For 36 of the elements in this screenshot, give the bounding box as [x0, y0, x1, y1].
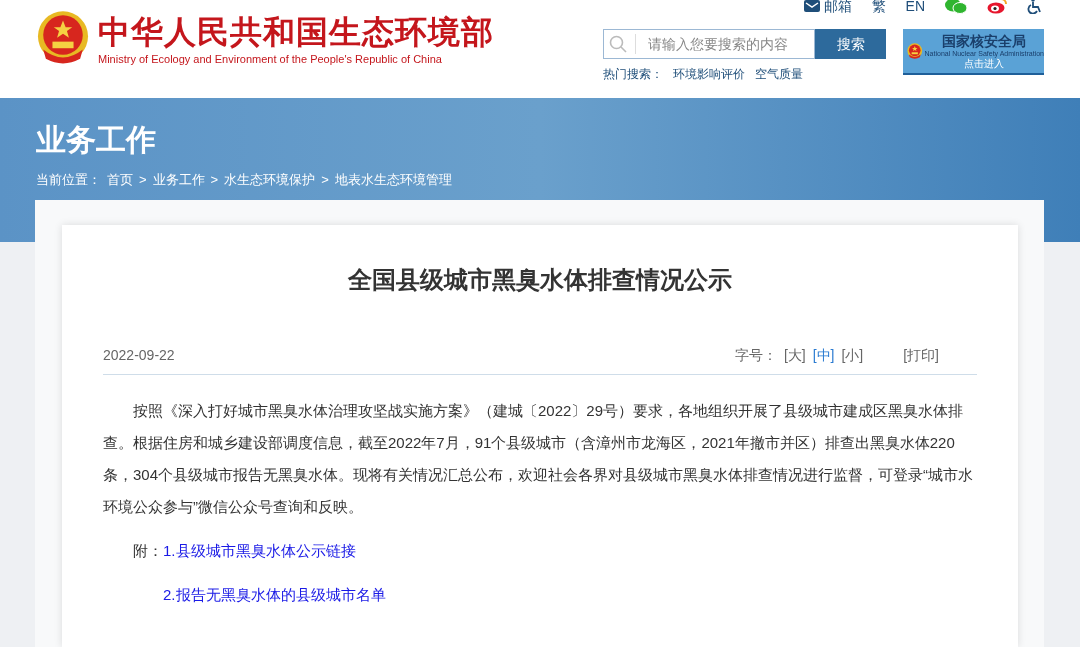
site-title: 中华人民共和国生态环境部: [98, 13, 494, 52]
article-paragraph: 按照《深入打好城市黑臭水体治理攻坚战实施方案》（建城〔2022〕29号）要求，各地组织开展了县级城市建成区黑臭水体排查。根据住房和城乡建设部调度信息，截至2022年7月，91个县级城市（含漳州市龙海区，2021年撤市并区）排查出黑臭水体220条，304个县级城市报告无黑臭水体。现将有关情况汇总公布，欢迎社会各界对县级城市黑臭水体排查情况进行监督，可登录“城市水环境公众参与”微信公众号查询和反映。: [103, 401, 975, 517]
article-title: 全国县级城市黑臭水体排查情况公示: [347, 265, 733, 295]
wheelchair-icon[interactable]: [1027, 0, 1043, 14]
breadcrumb-separator: >: [321, 171, 329, 189]
breadcrumb-link[interactable]: 水生态环境保护: [224, 170, 316, 190]
attachment-link[interactable]: 2.报告无黑臭水体的县级城市名单: [163, 579, 386, 611]
breadcrumb-separator: >: [139, 171, 147, 189]
hot-search-link[interactable]: 空气质量: [755, 65, 803, 83]
breadcrumb-link[interactable]: 业务工作: [152, 170, 205, 190]
hot-search-label: 热门搜索：: [603, 66, 663, 83]
search-button[interactable]: 搜索: [815, 29, 886, 59]
chat-bubbles-icon[interactable]: [945, 0, 967, 14]
agency-title: 国家核安全局: [942, 32, 1027, 49]
eye-logo-icon[interactable]: [987, 0, 1007, 14]
font-size-label: 字号：: [734, 346, 777, 365]
font-size-option[interactable]: [大]: [783, 345, 806, 366]
section-heading: 业务工作: [36, 122, 157, 158]
search-icon: [609, 35, 627, 53]
print-link[interactable]: [打印]: [903, 345, 939, 366]
breadcrumb-link[interactable]: 地表水生态环境管理: [334, 170, 452, 190]
enter-link: 点击进入: [964, 57, 1005, 70]
search-field[interactable]: 请输入您要搜索的内容: [603, 29, 815, 59]
attachment-link[interactable]: 1.县级城市黑臭水体公示链接: [163, 535, 356, 567]
breadcrumb-label: 当前位置：: [36, 171, 101, 189]
language-link[interactable]: EN: [905, 0, 925, 13]
breadcrumb-link[interactable]: 首页: [107, 170, 133, 190]
mailbox-link[interactable]: 邮箱: [803, 0, 852, 13]
attachment-label: 附：: [133, 541, 163, 561]
breadcrumb-separator: >: [210, 171, 219, 189]
site-subtitle: Ministry of Ecology and Environment of the People's Republic of China: [98, 52, 443, 66]
font-size-option[interactable]: [小]: [841, 345, 864, 366]
publish-date: 2022-09-22: [103, 346, 175, 365]
language-link[interactable]: 繁: [871, 0, 886, 13]
font-size-option[interactable]: [中]: [812, 345, 835, 366]
hot-search-link[interactable]: 环境影响评价: [673, 65, 745, 83]
